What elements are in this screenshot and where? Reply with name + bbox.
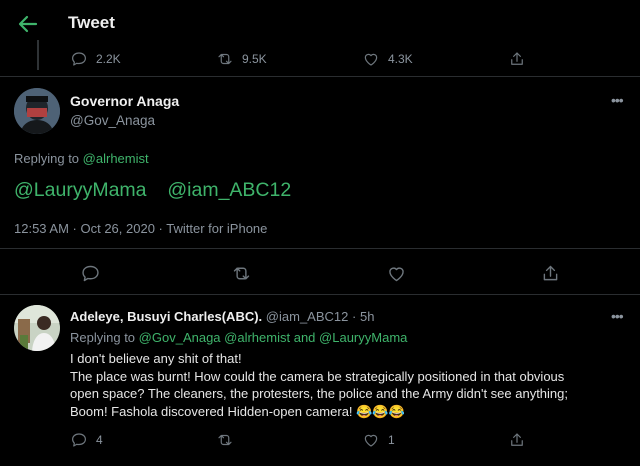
retweet-button[interactable] — [231, 263, 252, 284]
reply-more-options-button[interactable]: ••• — [611, 308, 624, 324]
retweet-icon — [233, 267, 250, 280]
share-icon — [543, 265, 558, 281]
prev-share-action[interactable] — [508, 50, 526, 68]
like-count: 1 — [388, 433, 395, 447]
reply-avatar[interactable] — [14, 305, 60, 351]
laughing-emoji: 😂😂😂 — [356, 403, 405, 419]
reply-author-handle[interactable]: @iam_ABC12 — [266, 309, 349, 324]
replying-link[interactable]: @alrhemist — [83, 151, 149, 166]
mention-link[interactable]: @iam_ABC12 — [167, 179, 291, 201]
more-icon: ••• — [611, 308, 624, 324]
avatar-image — [14, 88, 60, 134]
divider — [0, 248, 640, 249]
replying-link[interactable]: @LauryyMama — [319, 330, 407, 345]
replying-to: Replying to @alrhemist — [14, 151, 149, 166]
prev-reply-action[interactable]: 2.2K — [70, 50, 121, 68]
reply-author-name[interactable]: Adeleye, Busuyi Charles(ABC). — [70, 309, 262, 324]
like-button[interactable] — [386, 263, 407, 284]
reply-replying-to: Replying to @Gov_Anaga @alrhemist and @L… — [70, 330, 407, 345]
reply-text-last: Boom! Fashola discovered Hidden-open cam… — [70, 403, 353, 419]
replying-prefix: Replying to — [70, 330, 136, 345]
heart-icon — [364, 53, 378, 66]
replying-prefix: Replying to — [14, 151, 80, 166]
arrow-left-icon — [18, 15, 38, 33]
reply-share-action[interactable] — [508, 431, 526, 449]
retweet-icon — [218, 53, 232, 65]
reply-reply-action[interactable]: 4 — [70, 431, 103, 449]
separator: · — [352, 309, 357, 324]
back-button[interactable] — [16, 12, 40, 36]
reply-icon — [82, 265, 99, 282]
reply-header: Adeleye, Busuyi Charles(ABC). @iam_ABC12… — [70, 309, 374, 324]
avatar[interactable] — [14, 88, 60, 134]
reply-count: 4 — [96, 433, 103, 447]
more-options-button[interactable]: ••• — [611, 92, 624, 108]
retweet-count: 9.5K — [242, 52, 267, 66]
replying-link[interactable]: @Gov_Anaga — [139, 330, 221, 345]
replying-link[interactable]: @alrhemist — [224, 330, 290, 345]
reply-like-action[interactable]: 1 — [362, 431, 395, 449]
replying-and: and — [293, 330, 316, 345]
author-handle[interactable]: @Gov_Anaga — [70, 113, 155, 128]
reply-text-line: The place was burnt! How could the camer… — [70, 368, 565, 384]
reply-age[interactable]: 5h — [360, 309, 374, 324]
share-button[interactable] — [540, 263, 561, 284]
retweet-icon — [218, 434, 232, 446]
page-title: Tweet — [68, 13, 115, 32]
prev-like-action[interactable]: 4.3K — [362, 50, 413, 68]
share-icon — [511, 433, 523, 446]
reply-avatar-image — [14, 305, 60, 351]
divider — [0, 294, 640, 295]
reply-icon — [72, 52, 86, 66]
reply-button[interactable] — [80, 263, 101, 284]
reply-text-line: open space? The cleaners, the protesters… — [70, 386, 568, 401]
tweet-text: @LauryyMama @iam_ABC12 — [14, 179, 291, 202]
mention-link[interactable]: @LauryyMama — [14, 179, 147, 201]
divider — [0, 76, 640, 77]
prev-retweet-action[interactable]: 9.5K — [216, 50, 267, 68]
reply-text-line: I don't believe any shit of that! — [70, 351, 242, 366]
share-icon — [511, 52, 523, 65]
reply-icon — [72, 433, 86, 447]
heart-icon — [364, 434, 378, 447]
reply-count: 2.2K — [96, 52, 121, 66]
timestamp[interactable]: 12:53 AM · Oct 26, 2020 · Twitter for iP… — [14, 221, 267, 236]
heart-icon — [389, 267, 404, 282]
thread-line — [37, 40, 39, 70]
author-name[interactable]: Governor Anaga — [70, 93, 179, 109]
reply-retweet-action[interactable] — [216, 431, 234, 449]
like-count: 4.3K — [388, 52, 413, 66]
reply-text-line: Boom! Fashola discovered Hidden-open cam… — [70, 403, 568, 421]
reply-text: I don't believe any shit of that! The pl… — [70, 350, 568, 420]
more-icon: ••• — [611, 92, 624, 108]
